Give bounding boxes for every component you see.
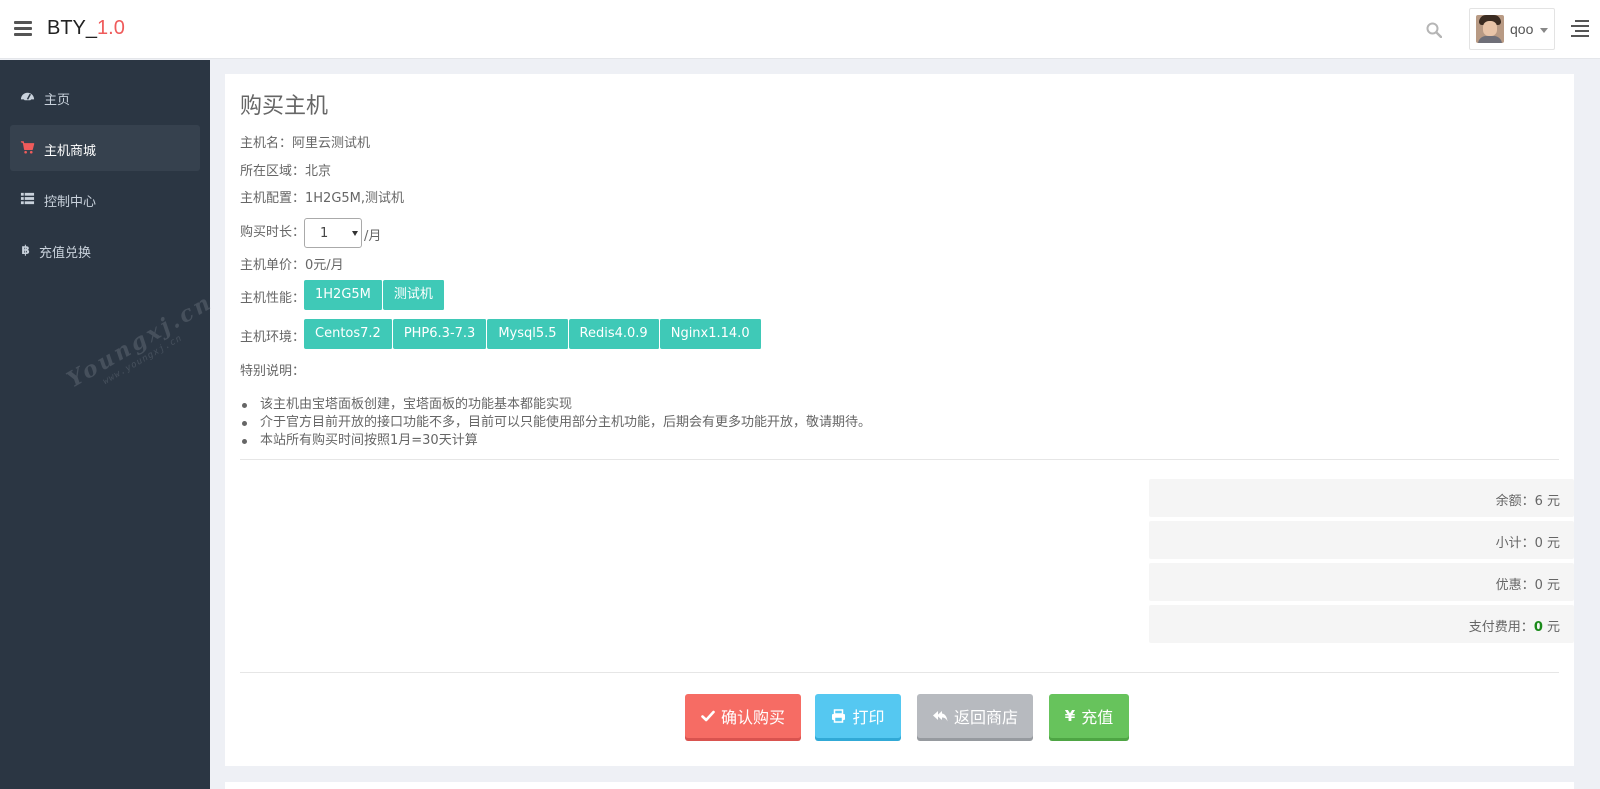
return-to-shop-label: 返回商店	[953, 708, 1018, 727]
notes-list: 该主机由宝塔面板创建，宝塔面板的功能基本都能实现 介于官方目前开放的接口功能不多…	[240, 396, 871, 450]
sidebar-item-recharge[interactable]: ฿ 充值兑换	[10, 227, 200, 273]
confirm-purchase-button[interactable]: 确认购买	[685, 694, 801, 738]
sidebar-item-shop[interactable]: 主机商城	[10, 125, 200, 171]
chevron-down-icon	[352, 231, 358, 236]
duration-label: 购买时长：	[240, 225, 306, 240]
subtotal-row: 小计：0 元	[1149, 521, 1574, 559]
divider	[240, 459, 1559, 460]
reply-all-icon	[932, 711, 948, 722]
payment-text: 支付费用：0 元	[1469, 616, 1560, 635]
align-right-menu-icon[interactable]	[1571, 20, 1589, 38]
per-month-unit: /月	[364, 229, 382, 244]
sidebar-item-control-center[interactable]: 控制中心	[10, 176, 200, 222]
menu-toggle-icon[interactable]	[14, 21, 32, 37]
check-icon	[701, 710, 715, 722]
watermark: Youngxj.cn www.youngxj.cn	[62, 288, 218, 394]
env-tag: Centos7.2	[304, 319, 393, 349]
balance-text: 余额：6 元	[1495, 494, 1560, 509]
avatar	[1476, 15, 1504, 43]
env-tags: Centos7.2 PHP6.3-7.3 Mysql5.5 Redis4.0.9…	[304, 319, 762, 349]
discount-text: 优惠：0 元	[1495, 578, 1560, 593]
subtotal-text: 小计：0 元	[1495, 536, 1560, 551]
brand-version: 1.0	[97, 17, 125, 39]
list-item: 本站所有购买时间按照1月=30天计算	[240, 432, 871, 450]
host-name: 主机名：阿里云测试机	[240, 136, 371, 151]
top-header: BTY_1.0 qoo	[0, 0, 1600, 59]
performance-tag: 测试机	[382, 280, 445, 310]
confirm-purchase-label: 确认购买	[720, 708, 785, 727]
performance-tags: 1H2G5M 测试机	[304, 280, 445, 310]
sidebar: 主页 主机商城 控制中心 ฿ 充值兑换 Youngxj.cn www.young…	[0, 60, 217, 789]
list-item: 该主机由宝塔面板创建，宝塔面板的功能基本都能实现	[240, 396, 871, 414]
svg-text:฿: ฿	[21, 243, 29, 257]
unit-price: 主机单价：0元/月	[240, 258, 344, 273]
chevron-down-icon	[1540, 28, 1548, 33]
performance-label: 主机性能：	[240, 291, 306, 306]
purchase-panel: 购买主机 主机名：阿里云测试机 所在区域：北京 主机配置：1H2G5M,测试机 …	[225, 74, 1574, 766]
env-tag: PHP6.3-7.3	[392, 319, 488, 349]
search-icon[interactable]	[1426, 22, 1442, 38]
env-tag: Nginx1.14.0	[659, 319, 762, 349]
payment-row: 支付费用：0 元	[1149, 605, 1574, 643]
sidebar-item-label: 控制中心	[44, 195, 97, 210]
print-icon	[832, 709, 846, 723]
next-panel-edge	[225, 782, 1574, 789]
host-config: 主机配置：1H2G5M,测试机	[240, 191, 405, 206]
sidebar-item-label: 充值兑换	[39, 246, 92, 261]
payment-value: 0	[1533, 620, 1543, 635]
cart-icon	[20, 141, 35, 154]
duration-select[interactable]: 1	[304, 218, 362, 248]
sidebar-item-home[interactable]: 主页	[10, 74, 200, 120]
list-icon	[20, 192, 35, 205]
sidebar-item-label: 主机商城	[44, 144, 97, 159]
bitcoin-icon: ฿	[21, 243, 29, 257]
duration-value: 1	[320, 226, 329, 241]
sidebar-item-label: 主页	[44, 93, 71, 108]
recharge-button[interactable]: ¥ 充值	[1049, 694, 1129, 738]
brand-prefix: BTY_	[47, 17, 98, 39]
recharge-label: 充值	[1081, 708, 1114, 727]
print-button[interactable]: 打印	[815, 694, 901, 738]
print-label: 打印	[852, 708, 885, 727]
dashboard-icon	[20, 92, 35, 101]
env-tag: Mysql5.5	[487, 319, 569, 349]
brand-logo[interactable]: BTY_1.0	[47, 17, 125, 40]
divider	[240, 672, 1559, 673]
payment-label: 支付费用：	[1468, 620, 1534, 635]
host-region: 所在区域：北京	[240, 164, 332, 179]
performance-tag: 1H2G5M	[304, 280, 383, 310]
discount-row: 优惠：0 元	[1149, 563, 1574, 601]
username: qoo	[1510, 21, 1534, 37]
user-menu[interactable]: qoo	[1469, 8, 1555, 50]
env-label: 主机环境：	[240, 330, 306, 345]
page-title: 购买主机	[240, 94, 329, 119]
env-tag: Redis4.0.9	[568, 319, 660, 349]
list-item: 介于官方目前开放的接口功能不多，目前可以只能使用部分主机功能，后期会有更多功能开…	[240, 414, 871, 432]
notes-label: 特别说明：	[240, 364, 306, 379]
payment-unit: 元	[1542, 620, 1560, 635]
yen-icon: ¥	[1064, 707, 1076, 725]
return-to-shop-button[interactable]: 返回商店	[917, 694, 1033, 738]
balance-row: 余额：6 元	[1149, 479, 1574, 517]
